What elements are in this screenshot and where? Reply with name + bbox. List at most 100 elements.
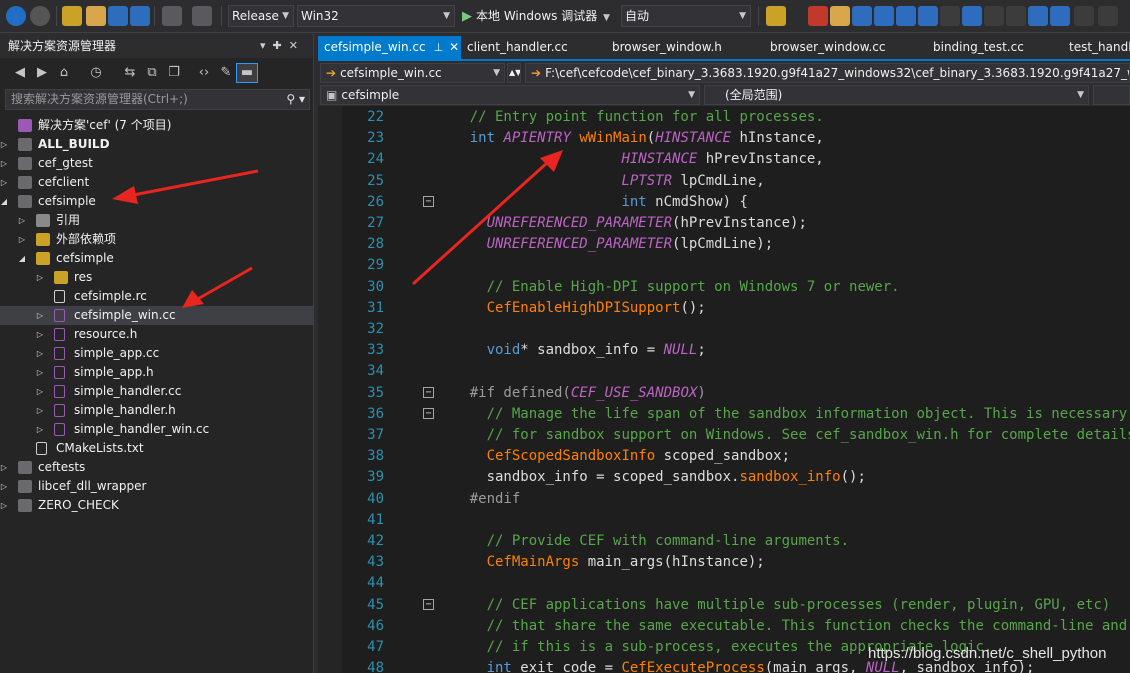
collapsed-arrow-icon[interactable]: ▷ <box>35 401 45 420</box>
expanded-arrow-icon[interactable]: ◢ <box>0 192 9 211</box>
indent-icon[interactable] <box>896 6 916 26</box>
new-project-icon[interactable] <box>62 6 82 26</box>
collapsed-arrow-icon[interactable]: ▷ <box>0 458 9 477</box>
show-all-files-icon[interactable]: ❐ <box>166 65 182 81</box>
collapsed-arrow-icon[interactable]: ▷ <box>17 230 27 249</box>
expanded-arrow-icon[interactable]: ◢ <box>17 249 27 268</box>
undo-icon[interactable] <box>162 6 182 26</box>
tree-item[interactable]: ▷ libcef_dll_wrapper <box>0 477 313 496</box>
configuration-dropdown[interactable]: Release ▼ <box>228 5 294 27</box>
tree-item[interactable]: ▷ 外部依赖项 <box>0 230 313 249</box>
more-icon[interactable] <box>1098 6 1118 26</box>
forward-icon[interactable]: ▶ <box>34 65 50 81</box>
sync-icon[interactable]: ⇆ <box>122 65 138 81</box>
collapsed-arrow-icon[interactable]: ▷ <box>35 382 45 401</box>
history-icon[interactable]: ◷ <box>88 65 104 81</box>
collapsed-arrow-icon[interactable]: ▷ <box>0 135 9 154</box>
code-editor[interactable]: 22 // Entry point function for all proce… <box>318 106 1130 673</box>
tree-item[interactable]: ▷ resource.h <box>0 325 313 344</box>
chevron-down-icon: ▼ <box>493 68 500 78</box>
platform-dropdown[interactable]: Win32 ▼ <box>297 5 455 27</box>
collapsed-arrow-icon[interactable]: ▷ <box>35 268 45 287</box>
editor-tab[interactable]: cefsimple_win.cc ⊥ ✕ <box>318 36 461 60</box>
scope-dropdown[interactable]: (全局范围) ▼ <box>704 85 1089 105</box>
open-folder-icon[interactable] <box>86 6 106 26</box>
open-file-icon[interactable] <box>830 6 850 26</box>
collapsed-arrow-icon[interactable]: ▷ <box>35 363 45 382</box>
save-icon[interactable] <box>108 6 128 26</box>
tree-item[interactable]: CMakeLists.txt <box>0 439 313 458</box>
view-code-icon[interactable]: ‹› <box>196 65 212 81</box>
comment-icon[interactable] <box>940 6 960 26</box>
start-debugging-button[interactable]: ▶ 本地 Windows 调试器 ▼ <box>462 5 610 27</box>
tree-item[interactable]: ◢ cefsimple <box>0 249 313 268</box>
back-icon[interactable]: ◀ <box>12 65 28 81</box>
code-line: 45 − // CEF applications have multiple su… <box>318 595 1130 616</box>
window-icon[interactable] <box>984 6 1004 26</box>
collapsed-arrow-icon[interactable]: ▷ <box>0 477 9 496</box>
tree-item[interactable]: ▷ cef_gtest <box>0 154 313 173</box>
tree-item[interactable]: ▷ cefsimple_win.cc <box>0 306 313 325</box>
collapse-all-icon[interactable]: ⧉ <box>144 65 160 81</box>
properties-icon[interactable]: ✎ <box>218 65 234 81</box>
bookmark-icon[interactable] <box>808 6 828 26</box>
back-icon[interactable] <box>6 6 26 26</box>
explorer-search-input[interactable]: 搜索解决方案资源管理器(Ctrl+;) ⚲ ▾ <box>5 89 310 110</box>
home-icon[interactable]: ⌂ <box>56 65 72 81</box>
tree-item[interactable]: cefsimple.rc <box>0 287 313 306</box>
collapsed-arrow-icon[interactable]: ▷ <box>17 211 27 230</box>
collapsed-arrow-icon[interactable]: ▷ <box>35 325 45 344</box>
sync-icon[interactable] <box>1050 6 1070 26</box>
tree-item[interactable]: ◢ cefsimple <box>0 192 313 211</box>
redo-icon[interactable] <box>192 6 212 26</box>
tree-item[interactable]: ▷ simple_handler_win.cc <box>0 420 313 439</box>
debug-mode-dropdown[interactable]: 自动 ▼ <box>621 5 751 27</box>
collapse-region-icon[interactable]: − <box>423 195 434 207</box>
collapse-region-icon[interactable]: − <box>423 407 434 419</box>
collapsed-arrow-icon[interactable]: ▷ <box>35 344 45 363</box>
collapsed-arrow-icon[interactable]: ▷ <box>35 420 45 439</box>
tree-item-label: cefsimple <box>38 194 96 208</box>
pin-icon[interactable]: ⊥ <box>434 41 444 54</box>
project-dropdown[interactable]: ▣ cefsimple ▼ <box>320 85 700 105</box>
forward-icon[interactable] <box>30 6 50 26</box>
find-icon[interactable] <box>874 6 894 26</box>
tree-item[interactable]: ▷ cefclient <box>0 173 313 192</box>
tree-item[interactable]: ▷ simple_handler.cc <box>0 382 313 401</box>
tree-item[interactable]: ▷ simple_app.h <box>0 363 313 382</box>
tree-item[interactable]: 解决方案'cef' (7 个项目) <box>0 116 313 135</box>
editor-tab[interactable]: client_handler.cc <box>461 36 606 60</box>
path-dropdown[interactable]: ➔ F:\cef\cefcode\cef_binary_3.3683.1920.g… <box>525 63 1130 83</box>
format-icon[interactable] <box>852 6 872 26</box>
editor-tab[interactable]: binding_test.cc <box>927 36 1063 60</box>
settings-icon[interactable] <box>1074 6 1094 26</box>
panel-controls[interactable]: ▾✚✕ <box>260 34 305 58</box>
file-dropdown[interactable]: ➔ cefsimple_win.cc ▼ <box>320 63 505 83</box>
preview-toggle-button[interactable]: ▬ <box>236 63 258 83</box>
outdent-icon[interactable] <box>918 6 938 26</box>
tree-item[interactable]: ▷ simple_app.cc <box>0 344 313 363</box>
editor-tab[interactable]: browser_window.h <box>606 36 764 60</box>
collapsed-arrow-icon[interactable]: ▷ <box>0 154 9 173</box>
member-dropdown[interactable] <box>1093 85 1130 105</box>
tree-item[interactable]: ▷ 引用 <box>0 211 313 230</box>
tree-item[interactable]: ▷ ZERO_CHECK <box>0 496 313 515</box>
tree-item[interactable]: ▷ simple_handler.h <box>0 401 313 420</box>
tree-item[interactable]: ▷ res <box>0 268 313 287</box>
collapse-region-icon[interactable]: − <box>423 386 434 398</box>
uncomment-icon[interactable] <box>962 6 982 26</box>
navigate-icon[interactable] <box>1028 6 1048 26</box>
editor-tab[interactable]: test_handle <box>1063 36 1130 60</box>
tree-item[interactable]: ▷ ALL_BUILD <box>0 135 313 154</box>
layout-icon[interactable] <box>1006 6 1026 26</box>
collapsed-arrow-icon[interactable]: ▷ <box>0 173 9 192</box>
collapse-region-icon[interactable]: − <box>423 598 434 610</box>
split-scroll-button[interactable]: ▲▼ <box>507 63 521 83</box>
editor-tab[interactable]: browser_window.cc <box>764 36 927 60</box>
collapsed-arrow-icon[interactable]: ▷ <box>0 496 9 515</box>
find-in-files-icon[interactable] <box>766 6 786 26</box>
collapsed-arrow-icon[interactable]: ▷ <box>35 306 45 325</box>
tree-item[interactable]: ▷ ceftests <box>0 458 313 477</box>
save-all-icon[interactable] <box>130 6 150 26</box>
close-icon[interactable]: ✕ <box>449 40 459 54</box>
